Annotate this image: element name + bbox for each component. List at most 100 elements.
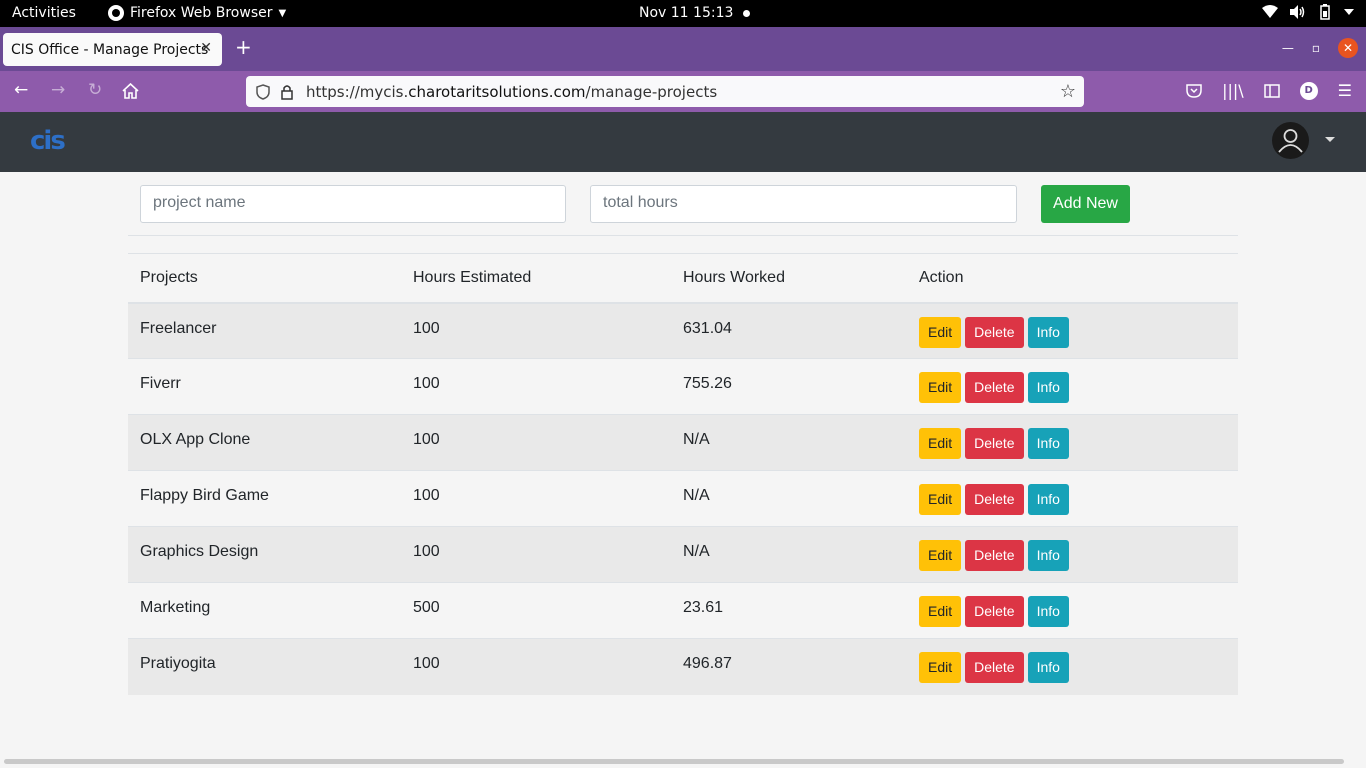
reload-icon[interactable]: ↻: [88, 80, 102, 100]
edit-button[interactable]: Edit: [919, 652, 962, 683]
project-name-cell: Freelancer: [128, 302, 401, 359]
info-button[interactable]: Info: [1027, 372, 1069, 403]
table-row: Graphics Design 100 N/A Edit Delete Info: [128, 526, 1238, 583]
library-icon[interactable]: |||\: [1222, 81, 1244, 100]
system-tray[interactable]: [1262, 4, 1354, 20]
info-button[interactable]: Info: [1027, 428, 1069, 459]
power-menu-icon: [1344, 9, 1354, 15]
column-header-action: Action: [907, 253, 1238, 304]
maximize-button[interactable]: ▫: [1312, 41, 1320, 55]
hamburger-menu-icon[interactable]: ☰: [1338, 81, 1352, 100]
table-row: Flappy Bird Game 100 N/A Edit Delete Info: [128, 470, 1238, 527]
info-button[interactable]: Info: [1027, 316, 1069, 348]
browser-tab-strip: CIS Office - Manage Projects ✕ + — ▫ ✕: [0, 27, 1366, 71]
hours-worked-cell: 631.04: [671, 302, 907, 359]
delete-button[interactable]: Delete: [965, 540, 1024, 571]
action-cell: Edit Delete Info: [907, 526, 1238, 583]
edit-button[interactable]: Edit: [919, 428, 962, 459]
volume-icon: [1290, 5, 1305, 19]
app-header: cis: [0, 112, 1366, 172]
table-row: OLX App Clone 100 N/A Edit Delete Info: [128, 414, 1238, 471]
home-icon[interactable]: [122, 83, 139, 99]
hours-worked-cell: 755.26: [671, 358, 907, 415]
column-header-hours-worked: Hours Worked: [671, 253, 907, 304]
delete-button[interactable]: Delete: [965, 316, 1024, 348]
project-name-cell: OLX App Clone: [128, 414, 401, 471]
clock-text: Nov 11 15:13: [639, 5, 734, 21]
wifi-icon: [1262, 5, 1278, 18]
user-menu-chevron-icon[interactable]: [1325, 137, 1335, 142]
edit-button[interactable]: Edit: [919, 372, 962, 403]
back-arrow-icon[interactable]: ←: [14, 80, 28, 100]
new-tab-button[interactable]: +: [235, 35, 252, 59]
url-domain: charotaritsolutions.com: [408, 82, 586, 101]
toolbar-right: |||\ D ☰: [1186, 81, 1352, 100]
clock[interactable]: Nov 11 15:13: [639, 5, 751, 21]
action-cell: Edit Delete Info: [907, 638, 1238, 695]
column-header-projects: Projects: [128, 253, 401, 304]
hours-worked-cell: 23.61: [671, 582, 907, 639]
delete-button[interactable]: Delete: [965, 428, 1024, 459]
info-button[interactable]: Info: [1027, 540, 1069, 571]
action-cell: Edit Delete Info: [907, 302, 1238, 359]
total-hours-input[interactable]: total hours: [590, 185, 1017, 223]
close-window-button[interactable]: ✕: [1338, 38, 1358, 58]
add-new-button[interactable]: Add New: [1041, 185, 1130, 223]
window-controls: — ▫ ✕: [1282, 38, 1358, 58]
project-name-cell: Flappy Bird Game: [128, 470, 401, 527]
project-name-cell: Marketing: [128, 582, 401, 639]
delete-button[interactable]: Delete: [965, 372, 1024, 403]
action-cell: Edit Delete Info: [907, 470, 1238, 527]
action-cell: Edit Delete Info: [907, 582, 1238, 639]
browser-nav-bar: ← → ↻ https://mycis.charotaritsolutions.…: [0, 71, 1366, 112]
hours-estimated-cell: 100: [401, 470, 671, 527]
edit-button[interactable]: Edit: [919, 316, 962, 348]
delete-button[interactable]: Delete: [965, 596, 1024, 627]
info-button[interactable]: Info: [1027, 596, 1069, 627]
minimize-button[interactable]: —: [1282, 41, 1294, 55]
hours-estimated-cell: 100: [401, 302, 671, 359]
close-tab-icon[interactable]: ✕: [200, 40, 212, 56]
user-avatar[interactable]: [1272, 122, 1309, 159]
horizontal-scrollbar[interactable]: [4, 759, 1344, 764]
sidebar-icon[interactable]: [1263, 83, 1280, 98]
hours-worked-cell: N/A: [671, 470, 907, 527]
hours-estimated-cell: 100: [401, 638, 671, 695]
delete-button[interactable]: Delete: [965, 652, 1024, 683]
info-button[interactable]: Info: [1027, 484, 1069, 515]
pocket-icon[interactable]: [1186, 83, 1202, 98]
lock-icon: [281, 84, 293, 100]
action-cell: Edit Delete Info: [907, 414, 1238, 471]
user-icon: [1278, 129, 1303, 153]
system-top-bar: Activities Firefox Web Browser ▼ Nov 11 …: [0, 0, 1366, 27]
app-menu-label: Firefox Web Browser: [130, 5, 273, 21]
url-text: https://mycis.charotaritsolutions.com/ma…: [306, 83, 717, 101]
address-bar[interactable]: https://mycis.charotaritsolutions.com/ma…: [246, 76, 1084, 107]
hours-estimated-cell: 100: [401, 526, 671, 583]
projects-table: Projects Hours Estimated Hours Worked Ac…: [128, 253, 1238, 695]
add-project-form: project name total hours Add New: [128, 172, 1238, 236]
forward-arrow-icon[interactable]: →: [51, 80, 65, 100]
project-name-cell: Pratiyogita: [128, 638, 401, 695]
notification-dot-icon: [743, 9, 751, 17]
delete-button[interactable]: Delete: [965, 484, 1024, 515]
chevron-down-icon: ▼: [278, 7, 287, 19]
activities-button[interactable]: Activities: [12, 5, 76, 21]
browser-tab-active[interactable]: CIS Office - Manage Projects ✕: [3, 33, 222, 66]
edit-button[interactable]: Edit: [919, 484, 962, 515]
bookmark-star-icon[interactable]: ☆: [1060, 81, 1076, 102]
table-header-row: Projects Hours Estimated Hours Worked Ac…: [128, 253, 1238, 304]
account-avatar-icon[interactable]: D: [1299, 81, 1318, 100]
edit-button[interactable]: Edit: [919, 596, 962, 627]
company-logo[interactable]: cis: [30, 126, 66, 156]
app-menu[interactable]: Firefox Web Browser ▼: [108, 5, 286, 21]
hours-worked-cell: N/A: [671, 526, 907, 583]
battery-icon: [1320, 4, 1330, 20]
action-cell: Edit Delete Info: [907, 358, 1238, 415]
project-name-input[interactable]: project name: [140, 185, 566, 223]
info-button[interactable]: Info: [1027, 652, 1069, 683]
edit-button[interactable]: Edit: [919, 540, 962, 571]
hours-estimated-cell: 100: [401, 358, 671, 415]
column-header-hours-estimated: Hours Estimated: [401, 253, 671, 304]
url-prefix: https://mycis.: [306, 82, 409, 101]
